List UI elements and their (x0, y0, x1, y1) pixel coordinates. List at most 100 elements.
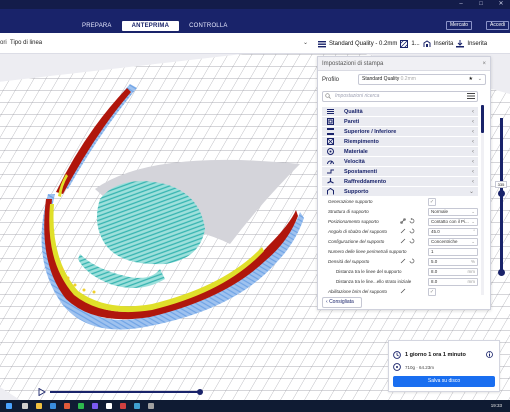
close-window-button[interactable]: ✕ (494, 0, 508, 9)
minimize-button[interactable]: – (454, 0, 468, 9)
setting-label: Struttura di supporto (328, 209, 369, 214)
app-icon[interactable] (64, 403, 70, 409)
chevron-left-icon: ‹ (472, 169, 474, 175)
start-icon[interactable] (6, 403, 12, 409)
layer-slider-lower-handle[interactable] (498, 269, 505, 276)
support-placement-select[interactable]: Contatto con il Pi... ⌄ (428, 218, 478, 226)
settings-search-input[interactable]: Impostazioni ricerca (322, 91, 478, 102)
print-profile-summary: Standard Quality - 0.2mm (329, 41, 398, 47)
app-icon[interactable] (148, 403, 154, 409)
category-label: Spostamenti (344, 169, 378, 175)
tab-monitor[interactable]: CONTROLLA (179, 21, 237, 31)
folder-icon[interactable] (36, 403, 42, 409)
view-type-select[interactable]: Tipo di linea (10, 40, 42, 46)
signin-button[interactable]: Accedi (486, 21, 510, 30)
setting-label: Densità del supporto (328, 259, 370, 264)
settings-scroll-thumb[interactable] (481, 105, 484, 133)
settings-menu-icon[interactable] (466, 91, 476, 101)
recommended-label: Consigliata (329, 299, 354, 305)
category-travel[interactable]: Spostamenti ‹ (322, 167, 478, 177)
marketplace-button[interactable]: Mercato (446, 21, 473, 30)
category-support[interactable]: Supporto ⌄ (322, 187, 478, 197)
category-cooling[interactable]: Raffreddamento ‹ (322, 177, 478, 187)
search-icon[interactable] (22, 403, 28, 409)
support-structure-select[interactable]: Normale ⌄ (428, 208, 478, 216)
support-initial-line-distance-input[interactable]: 8.0 mm (428, 278, 478, 286)
close-icon[interactable]: × (482, 57, 486, 71)
star-icon[interactable]: ★ (469, 75, 473, 84)
material-icon (327, 148, 334, 155)
support-icon (423, 40, 431, 47)
layers-icon (318, 41, 326, 48)
cura-icon[interactable] (106, 403, 112, 409)
chevron-down-icon[interactable]: ⌄ (303, 39, 308, 46)
profile-suffix: 0.2mm (400, 76, 416, 82)
layer-slider-upper-handle[interactable] (498, 190, 505, 197)
browser-icon[interactable] (50, 403, 56, 409)
setting-label: Distanza tra le line...ello strato inizi… (336, 279, 412, 284)
settings-scrollbar[interactable] (481, 105, 484, 295)
simulation-handle[interactable] (197, 389, 203, 395)
print-settings-panel: Impostazioni di stampa × Profilo Standar… (317, 56, 491, 310)
setting-support-structure: Struttura di supporto Normale ⌄ (322, 207, 478, 217)
chevron-left-icon: ‹ (472, 109, 474, 115)
top-bottom-icon (327, 128, 334, 135)
app-icon[interactable] (134, 403, 140, 409)
stage-tabs: PREPARA ANTEPRIMA CONTROLLA (72, 21, 238, 31)
category-quality[interactable]: Qualità ‹ (322, 107, 478, 117)
quality-icon (327, 109, 334, 114)
spool-icon (393, 363, 401, 371)
taskbar-clock: 19:33 (490, 403, 502, 408)
category-label: Riempimento (344, 139, 379, 145)
tab-prepare[interactable]: PREPARA (72, 21, 122, 31)
material-usage: 710g · 64.23m (405, 365, 435, 370)
simulation-track[interactable] (50, 391, 200, 393)
save-to-disk-button[interactable]: Salva su disco (393, 376, 495, 387)
walls-icon (327, 118, 334, 125)
category-walls[interactable]: Pareti ‹ (322, 117, 478, 127)
support-wall-count-input[interactable]: 1 (428, 248, 478, 256)
support-pattern-select[interactable]: Concentriche ⌄ (428, 238, 478, 246)
support-summary: Inserita (433, 41, 454, 47)
category-material[interactable]: Materiale ‹ (322, 147, 478, 157)
support-brim-checkbox[interactable]: ✓ (428, 288, 436, 296)
reset-icon[interactable] (409, 258, 415, 264)
support-density-input[interactable]: 5.0% (428, 258, 478, 266)
layer-number-input[interactable]: 335 (495, 181, 507, 188)
panel-title-text: Impostazioni di stampa (322, 61, 384, 67)
category-top-bottom[interactable]: Superiore / Inferiore ‹ (322, 127, 478, 137)
support-icon (327, 188, 334, 195)
link-icon[interactable] (400, 218, 406, 224)
category-speed[interactable]: Velocità ‹ (322, 157, 478, 167)
info-icon[interactable] (486, 351, 493, 358)
setting-label: Numero delle linee perimetrali supporto (328, 249, 407, 254)
print-setup-selector[interactable]: Standard Quality - 0.2mm 1... Inserita I… (318, 38, 487, 50)
support-enable-checkbox[interactable]: ✓ (428, 198, 436, 206)
adhesion-summary: Inserita (467, 41, 488, 47)
app-icon[interactable] (92, 403, 98, 409)
support-angle-input[interactable]: 45.0 ° (428, 228, 478, 236)
setting-support-placement: Posizionamento supporto Contatto con il … (322, 217, 478, 227)
link-icon[interactable] (400, 238, 406, 244)
view-type-label: ori (0, 40, 7, 46)
category-infill[interactable]: Riempimento ‹ (322, 137, 478, 147)
chevron-left-icon: ‹ (472, 179, 474, 185)
play-icon[interactable] (38, 388, 46, 396)
support-line-distance-input[interactable]: 8.0 mm (428, 268, 478, 276)
reset-icon[interactable] (409, 238, 415, 244)
link-icon[interactable] (400, 288, 406, 294)
reset-icon[interactable] (409, 218, 415, 224)
recommended-mode-button[interactable]: ‹ Consigliata (322, 297, 362, 308)
chat-icon[interactable] (78, 403, 84, 409)
profile-select[interactable]: Standard Quality 0.2mm ★ ⌄ (358, 74, 486, 85)
maximize-button[interactable]: □ (474, 0, 488, 9)
app-icon[interactable] (120, 403, 126, 409)
link-icon[interactable] (400, 258, 406, 264)
link-icon[interactable] (400, 228, 406, 234)
cooling-icon (327, 178, 334, 184)
tab-preview[interactable]: ANTEPRIMA (121, 21, 180, 31)
reset-icon[interactable] (409, 228, 415, 234)
chevron-left-icon: ‹ (472, 149, 474, 155)
job-summary-panel: 1 giorno 1 ora 1 minuto 710g · 64.23m Sa… (388, 340, 500, 392)
setting-label: Posizionamento supporto (328, 219, 379, 224)
